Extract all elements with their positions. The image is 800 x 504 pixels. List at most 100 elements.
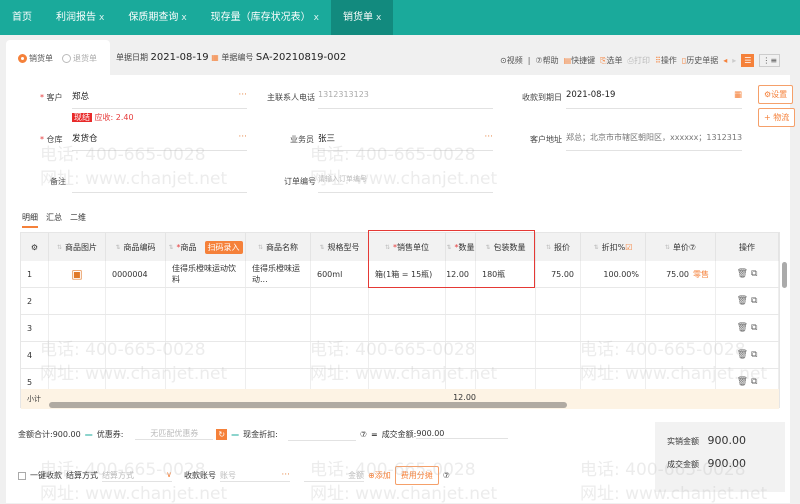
cell-discount[interactable]: 100.00%: [581, 261, 646, 287]
subtab-summary[interactable]: 汇总: [46, 212, 62, 228]
print-button[interactable]: ⎙打印: [628, 55, 650, 66]
tab-profit-report[interactable]: 利润报告 x: [44, 0, 116, 35]
cell-qty[interactable]: [446, 315, 476, 341]
cell-name[interactable]: [246, 315, 311, 341]
radio-return[interactable]: 退货单: [62, 53, 97, 64]
radio-sale[interactable]: 销货单: [18, 53, 53, 64]
calendar-icon[interactable]: ▦: [211, 53, 219, 62]
sort-icon[interactable]: ⇅: [665, 244, 670, 251]
cell-spec[interactable]: [311, 288, 369, 314]
cell-code[interactable]: [106, 288, 166, 314]
warehouse-field[interactable]: 发货仓 ···: [72, 132, 247, 151]
history-button[interactable]: ▯历史单据: [682, 55, 718, 66]
customer-field[interactable]: 郑总 ···: [72, 90, 247, 109]
close-icon[interactable]: x: [99, 13, 104, 23]
delete-icon[interactable]: 🗑︎: [737, 350, 748, 360]
tab-home[interactable]: 首页: [0, 0, 44, 35]
cell-name[interactable]: [246, 288, 311, 314]
cell-qty[interactable]: [446, 342, 476, 368]
cell-quote[interactable]: [536, 342, 581, 368]
salesman-field[interactable]: 张三 ···: [318, 132, 493, 151]
copy-row-icon[interactable]: ⧉: [751, 296, 757, 306]
subtab-detail[interactable]: 明细: [22, 212, 38, 228]
table-row[interactable]: 3 🗑︎ ⧉: [21, 315, 779, 342]
cell-qty[interactable]: [446, 288, 476, 314]
cash-discount-field[interactable]: [287, 427, 356, 441]
copy-row-icon[interactable]: ⧉: [751, 350, 757, 360]
sort-icon[interactable]: ⇅: [594, 244, 599, 251]
cell-image[interactable]: ▣: [49, 261, 106, 287]
cell-unit[interactable]: [369, 288, 446, 314]
cell-quote[interactable]: [536, 315, 581, 341]
subtab-2d[interactable]: 二维: [70, 212, 86, 228]
vertical-scrollbar[interactable]: [782, 262, 787, 288]
more-icon[interactable]: ···: [484, 132, 493, 142]
more-icon[interactable]: ···: [238, 90, 247, 100]
help-icon[interactable]: ⑦: [443, 471, 450, 480]
sort-icon[interactable]: ⇅: [319, 244, 324, 251]
amount-field[interactable]: 金额: [304, 470, 364, 482]
cell-code[interactable]: [106, 315, 166, 341]
cell-name[interactable]: 佳得乐橙味运动...: [246, 261, 311, 287]
tab-sales-order[interactable]: 销货单 x: [330, 0, 394, 35]
product-image-icon[interactable]: ▣: [71, 267, 82, 281]
list-view-icon[interactable]: ☰: [741, 54, 755, 67]
address-field[interactable]: 郑总；北京市市辖区朝阳区，xxxxxx；1312313123: [566, 132, 742, 151]
edit-icon[interactable]: ☑: [625, 243, 632, 252]
cell-pack-qty[interactable]: [476, 288, 536, 314]
column-settings-icon[interactable]: ⚙: [21, 233, 49, 261]
cell-product[interactable]: [166, 288, 246, 314]
due-date-field[interactable]: 2021-08-19 ▦: [566, 90, 742, 109]
method-select[interactable]: 结算方式 ∨: [102, 470, 172, 482]
cell-spec[interactable]: 600ml: [311, 261, 369, 287]
scan-button[interactable]: 扫码录入: [204, 240, 243, 254]
column-header-quote[interactable]: ⇅ 报价: [536, 233, 581, 261]
cell-spec[interactable]: [311, 315, 369, 341]
copy-row-icon[interactable]: ⧉: [751, 377, 757, 387]
delete-icon[interactable]: 🗑︎: [737, 377, 748, 387]
cell-product[interactable]: 佳得乐橙味运动饮料: [166, 261, 246, 287]
settings-button[interactable]: ⚙设置: [758, 85, 794, 104]
cell-code[interactable]: [106, 342, 166, 368]
delete-icon[interactable]: 🗑︎: [737, 296, 748, 306]
cell-product[interactable]: [166, 315, 246, 341]
cell-discount[interactable]: [581, 315, 646, 341]
one-click-checkbox[interactable]: [18, 471, 26, 480]
cell-image[interactable]: [49, 342, 106, 368]
cell-spec[interactable]: [311, 342, 369, 368]
doc-date-value[interactable]: 2021-08-19: [151, 52, 209, 63]
cell-price[interactable]: [646, 288, 716, 314]
order-no-field[interactable]: 请输入订单编号: [318, 174, 493, 193]
close-icon[interactable]: x: [181, 13, 186, 23]
sort-icon[interactable]: ⇅: [57, 244, 62, 251]
cell-image[interactable]: [49, 288, 106, 314]
column-header-image[interactable]: ⇅ 商品图片: [49, 233, 106, 261]
operate-button[interactable]: ⠿操作: [655, 55, 677, 66]
shortcut-button[interactable]: ▤快捷键: [564, 55, 596, 66]
sort-icon[interactable]: ⇅: [546, 244, 551, 251]
close-icon[interactable]: x: [314, 13, 319, 23]
cell-quote[interactable]: [536, 288, 581, 314]
cell-price[interactable]: 75.00 零售: [646, 261, 716, 287]
account-field[interactable]: 账号 ···: [220, 470, 290, 482]
coupon-field[interactable]: 无匹配优惠券: [135, 428, 214, 440]
cell-code[interactable]: 0000004: [106, 261, 166, 287]
sort-icon[interactable]: ⇅: [168, 244, 173, 251]
allocate-button[interactable]: 费用分摊: [394, 466, 439, 485]
table-row[interactable]: 2 🗑︎ ⧉: [21, 288, 779, 315]
video-button[interactable]: ⊙视频: [500, 55, 523, 66]
column-header-code[interactable]: ⇅ 商品编码: [106, 233, 166, 261]
logistics-button[interactable]: + 物流: [758, 108, 796, 127]
close-icon[interactable]: x: [376, 13, 381, 23]
column-header-spec[interactable]: ⇅ 规格型号: [311, 233, 369, 261]
contact-phone-field[interactable]: 1312313123: [318, 90, 493, 109]
more-icon[interactable]: ···: [238, 132, 247, 142]
horizontal-scrollbar[interactable]: [49, 402, 567, 408]
cell-product[interactable]: [166, 342, 246, 368]
cell-name[interactable]: [246, 342, 311, 368]
cell-pack-qty[interactable]: [476, 315, 536, 341]
cell-discount[interactable]: [581, 342, 646, 368]
add-button[interactable]: ⊕添加: [368, 470, 391, 481]
tab-stock[interactable]: 现存量（库存状况表） x: [199, 0, 331, 35]
copy-row-icon[interactable]: ⧉: [751, 323, 757, 333]
